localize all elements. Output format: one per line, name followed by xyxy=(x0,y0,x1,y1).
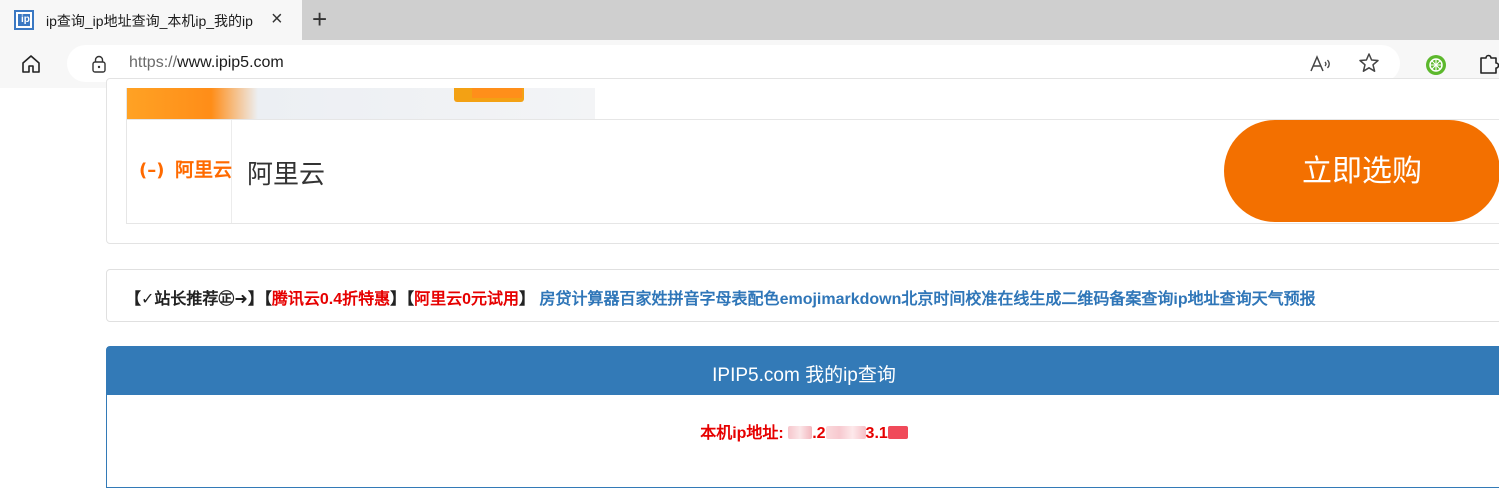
ad-banner-image[interactable] xyxy=(127,88,595,119)
ip-redacted-block xyxy=(788,426,813,439)
link-colors[interactable]: 配色 xyxy=(748,291,780,308)
ip-visible-part: .2 xyxy=(812,425,826,442)
url-text: https://www.ipip5.com xyxy=(129,54,284,71)
lock-icon[interactable] xyxy=(91,55,107,78)
ip-visible-part: 3.1 xyxy=(865,425,888,442)
link-qrcode[interactable]: 在线生成二维码 xyxy=(997,291,1109,308)
favorite-star-icon[interactable] xyxy=(1357,51,1381,80)
browser-tab[interactable]: ip ip查询_ip地址查询_本机ip_我的ip × xyxy=(0,0,302,40)
extensions-puzzle-icon[interactable] xyxy=(1478,52,1499,81)
tab-title: ip查询_ip地址查询_本机ip_我的ip xyxy=(46,13,253,29)
link-weather[interactable]: 天气预报 xyxy=(1252,291,1316,308)
site-favicon-icon: ip xyxy=(14,10,34,30)
link-icp-lookup[interactable]: 备案查询 xyxy=(1109,291,1173,308)
extension-green-icon[interactable] xyxy=(1425,54,1447,81)
promo-link-aliyun[interactable]: 阿里云0元试用 xyxy=(414,291,519,308)
panel-title: IPIP5.com 我的ip查询 xyxy=(712,365,896,386)
tab-strip: ip ip查询_ip地址查询_本机ip_我的ip × + xyxy=(0,0,1499,40)
link-ip-lookup[interactable]: ip地址查询 xyxy=(1173,291,1251,308)
aliyun-logo-mark: (–) xyxy=(139,160,165,181)
buy-now-button[interactable]: 立即选购 xyxy=(1224,120,1499,222)
link-emoji[interactable]: emoji xyxy=(780,291,822,308)
new-tab-icon[interactable]: + xyxy=(312,6,327,32)
recommend-bar: 【✓站长推荐㊣➜】【腾讯云0.4折特惠】【阿里云0元试用】 房贷计算器百家姓拼音… xyxy=(106,269,1499,322)
ip-redacted-block xyxy=(887,426,908,439)
ip-redacted-block xyxy=(825,426,866,439)
aliyun-logo-text: 阿里云 xyxy=(175,160,233,181)
ip-address-line: 本机ip地址: .2 3.1 xyxy=(107,419,1499,443)
promo-link-tencent[interactable]: 腾讯云0.4折特惠 xyxy=(272,291,390,308)
page-content: (–) 阿里云 阿里云 立即选购 【✓站长推荐㊣➜】【腾讯云0.4折特惠】【阿里… xyxy=(0,78,1499,488)
aliyun-logo: (–) 阿里云 xyxy=(139,155,233,187)
ip-panel: IPIP5.com 我的ip查询 本机ip地址: .2 3.1 xyxy=(106,346,1499,488)
address-bar[interactable]: https://www.ipip5.com xyxy=(67,45,1400,82)
recommend-line: 【✓站长推荐㊣➜】【腾讯云0.4折特惠】【阿里云0元试用】 房贷计算器百家姓拼音… xyxy=(125,291,1316,308)
close-tab-icon[interactable]: × xyxy=(271,9,283,29)
ip-label: 本机ip地址: xyxy=(700,425,784,442)
panel-header: IPIP5.com 我的ip查询 xyxy=(107,347,1499,395)
ad-brand-name: 阿里云 xyxy=(247,159,326,189)
recommend-prefix: 【✓站长推荐㊣➜】 xyxy=(125,291,264,308)
ad-logo-area: (–) 阿里云 xyxy=(127,120,232,223)
read-aloud-icon[interactable] xyxy=(1309,54,1333,78)
link-mortgage-calc[interactable]: 房贷计算器 xyxy=(540,291,620,308)
link-surnames[interactable]: 百家姓 xyxy=(620,291,668,308)
home-icon[interactable] xyxy=(20,53,42,80)
aliyun-ad[interactable]: (–) 阿里云 阿里云 立即选购 xyxy=(126,88,1499,224)
link-beijing-time[interactable]: 北京时间校准 xyxy=(901,291,997,308)
link-pinyin[interactable]: 拼音字母表 xyxy=(668,291,748,308)
link-markdown[interactable]: markdown xyxy=(821,291,901,308)
